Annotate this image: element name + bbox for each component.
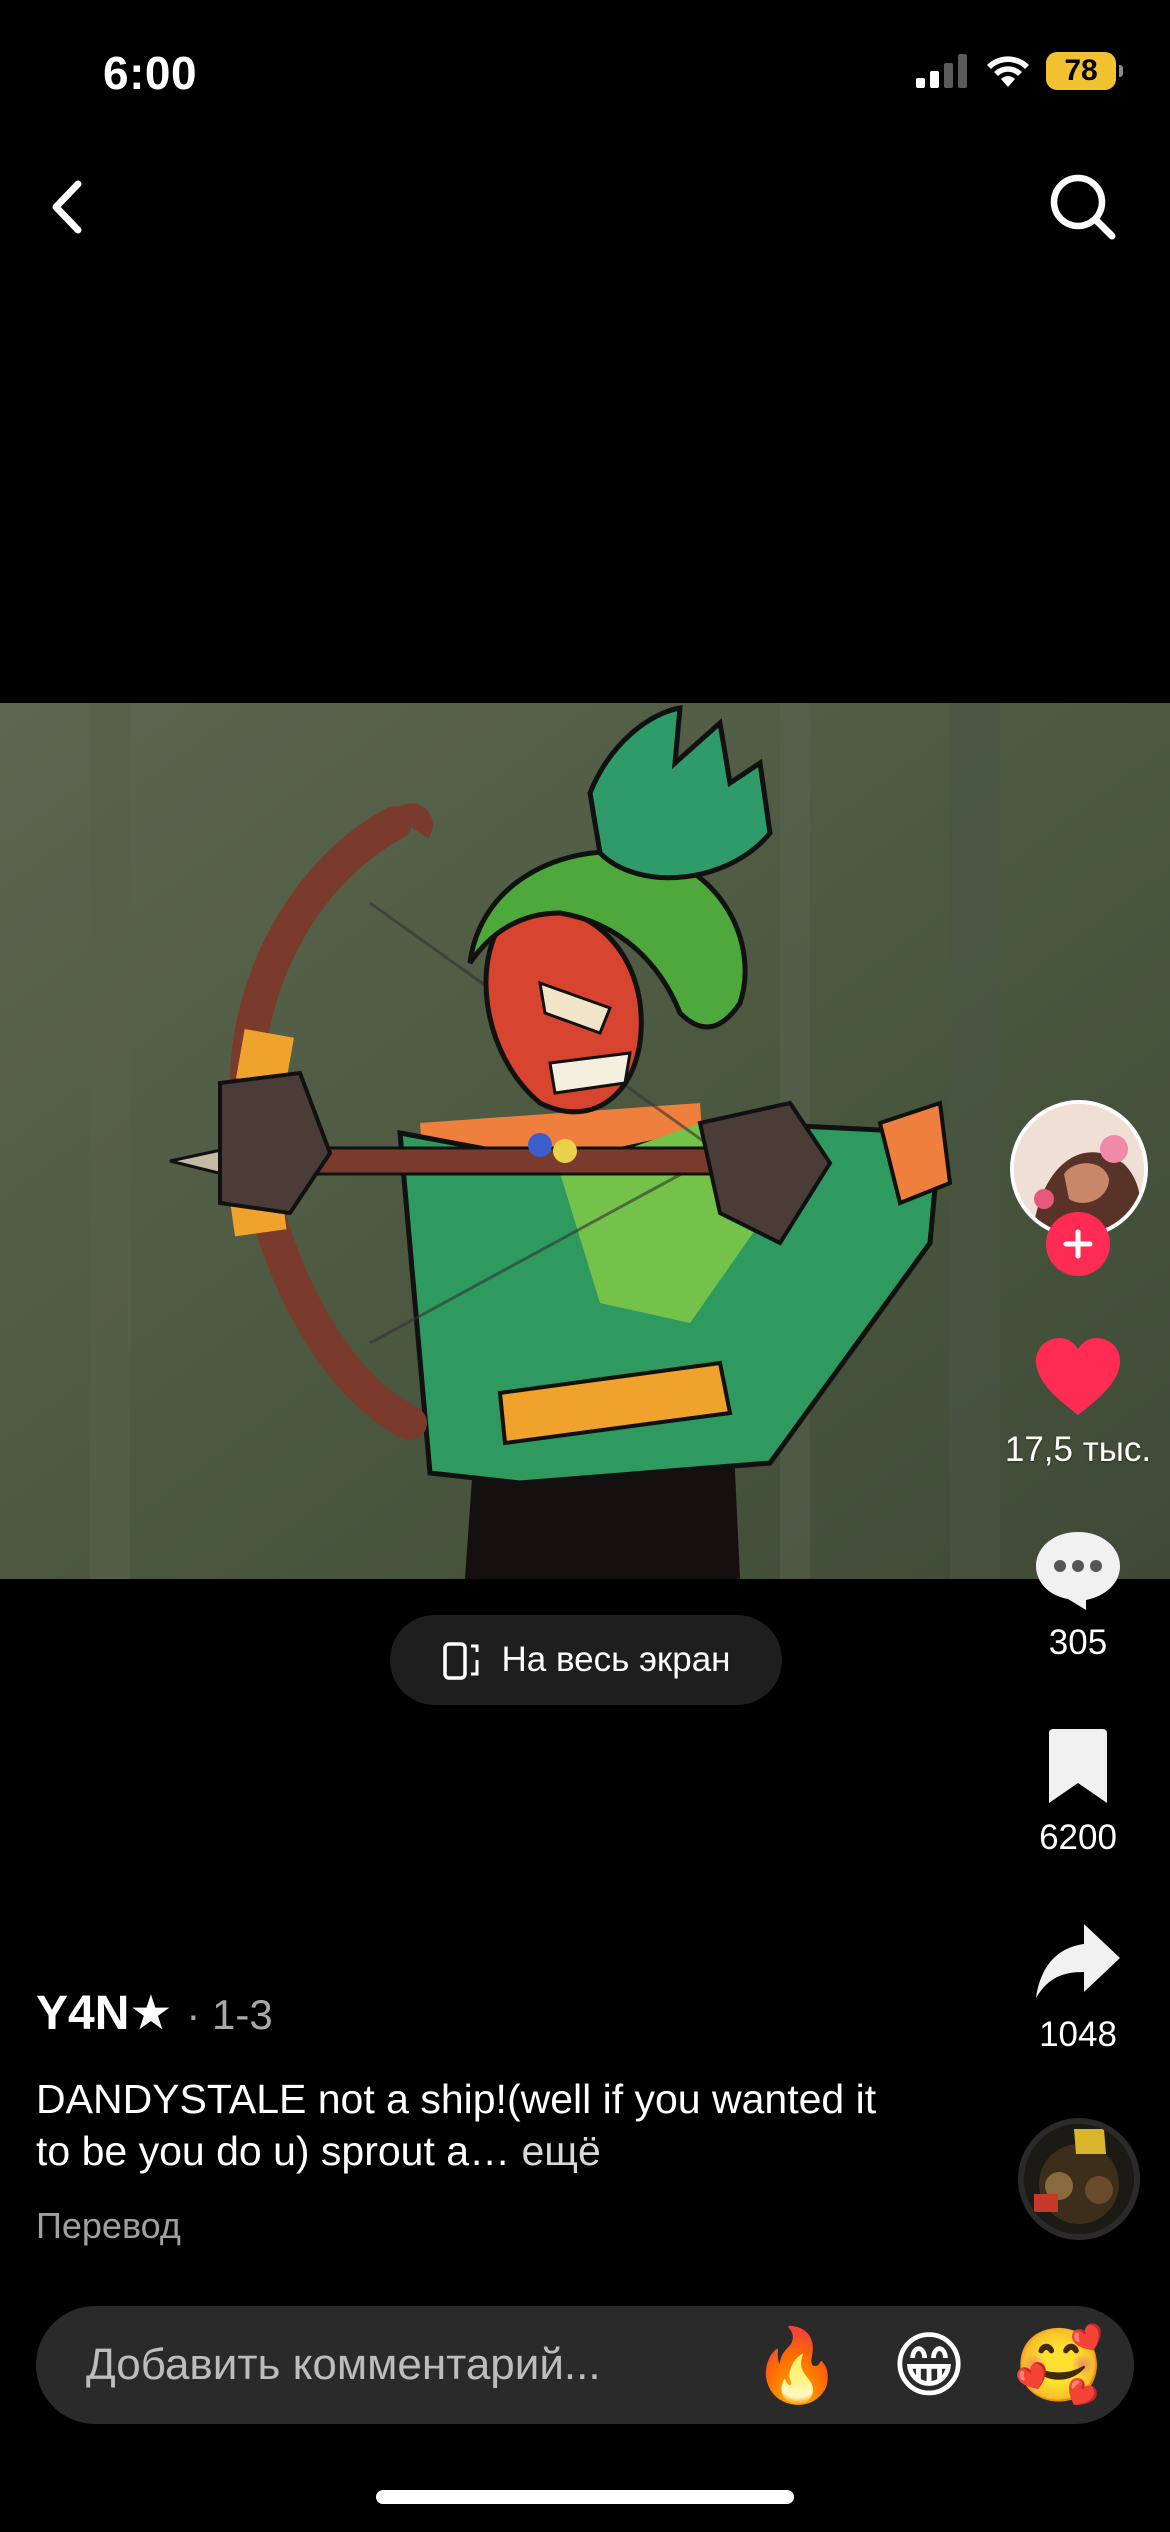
smiling-hearts-emoji-button[interactable]: 🥰 [1014,2320,1104,2410]
follow-button[interactable] [1046,1212,1110,1276]
post-meta: · 1-3 [186,1991,273,2038]
comment-bar: 🔥 😁 🥰 [36,2306,1134,2424]
wifi-icon [987,56,1029,87]
search-button[interactable] [1044,168,1122,246]
cellular-signal-icon [916,54,967,88]
music-disc[interactable] [1018,2118,1140,2240]
caption-text: DANDYSTALE not a ship!(well if you wante… [36,2076,877,2174]
home-indicator [376,2490,794,2504]
status-time: 6:00 [103,47,198,99]
back-button[interactable] [38,172,98,242]
battery-level: 78 [1064,54,1098,87]
post-author[interactable]: Y4N★ · 1-3 [36,1985,273,2041]
grin-emoji-button[interactable]: 😁 [884,2320,974,2410]
search-icon [1050,174,1116,240]
author-name[interactable]: Y4N★ [36,1985,172,2041]
comment-bubble-icon [1036,1532,1120,1610]
album-cover-image [1024,2124,1134,2234]
fullscreen-button[interactable]: На весь экран [390,1615,782,1705]
share-count: 1048 [1039,2015,1117,2054]
chevron-left-icon [52,180,82,234]
share-action[interactable]: 1048 [990,1920,1166,2055]
comment-count: 305 [1048,1623,1108,1662]
status-indicators: 78 [916,52,1123,90]
plus-icon [1063,1229,1093,1259]
share-arrow-icon [1036,1924,1120,1998]
post-caption[interactable]: DANDYSTALE not a ship!(well if you wante… [36,2073,916,2177]
fire-emoji-button[interactable]: 🔥 [752,2320,842,2410]
more-link[interactable]: ещё [521,2128,600,2174]
fullscreen-label: На весь экран [501,1640,731,1679]
translate-link[interactable]: Перевод [36,2205,181,2247]
battery-indicator: 78 [1046,52,1123,90]
comment-input[interactable] [86,2306,726,2424]
bookmark-icon [1049,1729,1107,1803]
like-action[interactable]: 17,5 тыс. [990,1335,1166,1470]
rotate-screen-icon [443,1642,479,1680]
comment-action[interactable]: 305 [990,1528,1166,1663]
save-count: 6200 [1039,1818,1117,1857]
heart-icon [1036,1338,1120,1415]
like-count: 17,5 тыс. [1004,1430,1152,1469]
save-action[interactable]: 6200 [990,1727,1166,1858]
